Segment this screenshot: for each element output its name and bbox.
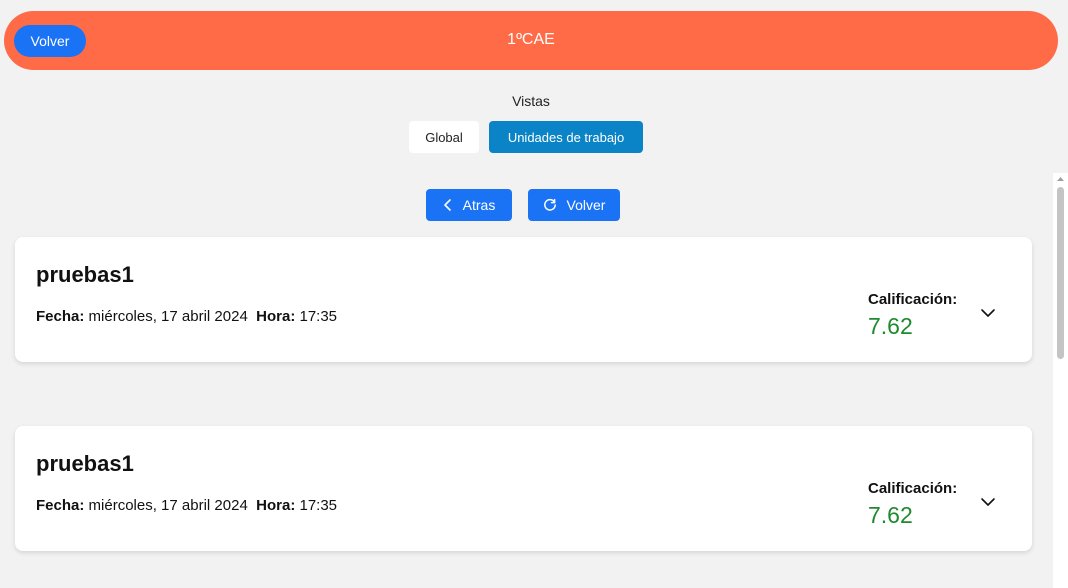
- card-title: pruebas1: [36, 262, 134, 287]
- chevron-down-icon[interactable]: [979, 496, 997, 508]
- back-button-label: Atras: [462, 197, 496, 213]
- date-label: Fecha:: [36, 497, 85, 514]
- back-button[interactable]: Atras: [426, 189, 512, 221]
- grade-value: 7.62: [868, 313, 913, 339]
- scroll-up-arrow-icon[interactable]: [1056, 175, 1065, 182]
- unit-card: pruebas1 Fecha: miércoles, 17 abril 2024…: [15, 426, 1032, 551]
- scrollbar-thumb[interactable]: [1057, 187, 1064, 359]
- refresh-icon: [543, 198, 556, 211]
- chevron-left-icon: [443, 199, 451, 211]
- view-units-button[interactable]: Unidades de trabajo: [489, 121, 643, 153]
- grade-label: Calificación:: [868, 480, 958, 497]
- card-meta: Fecha: miércoles, 17 abril 2024 Hora: 17…: [36, 497, 337, 514]
- header-bar: Volver 1ºCAE: [4, 11, 1058, 70]
- chevron-down-icon[interactable]: [979, 307, 997, 319]
- card-title: pruebas1: [36, 451, 134, 476]
- date-label: Fecha:: [36, 308, 85, 325]
- views-label: Vistas: [512, 93, 550, 109]
- page-title: 1ºCAE: [507, 31, 555, 48]
- time-value: 17:35: [299, 497, 338, 514]
- grade-label: Calificación:: [868, 291, 958, 308]
- unit-card: pruebas1 Fecha: miércoles, 17 abril 2024…: [15, 237, 1032, 362]
- reload-button-label: Volver: [566, 197, 606, 213]
- grade-value: 7.62: [868, 502, 913, 528]
- time-label: Hora:: [256, 308, 296, 325]
- time-value: 17:35: [299, 308, 338, 325]
- date-value: miércoles, 17 abril 2024: [88, 497, 248, 514]
- time-label: Hora:: [256, 497, 296, 514]
- card-meta: Fecha: miércoles, 17 abril 2024 Hora: 17…: [36, 308, 337, 325]
- date-value: miércoles, 17 abril 2024: [88, 308, 248, 325]
- view-global-button[interactable]: Global: [409, 121, 479, 153]
- reload-button[interactable]: Volver: [528, 189, 620, 221]
